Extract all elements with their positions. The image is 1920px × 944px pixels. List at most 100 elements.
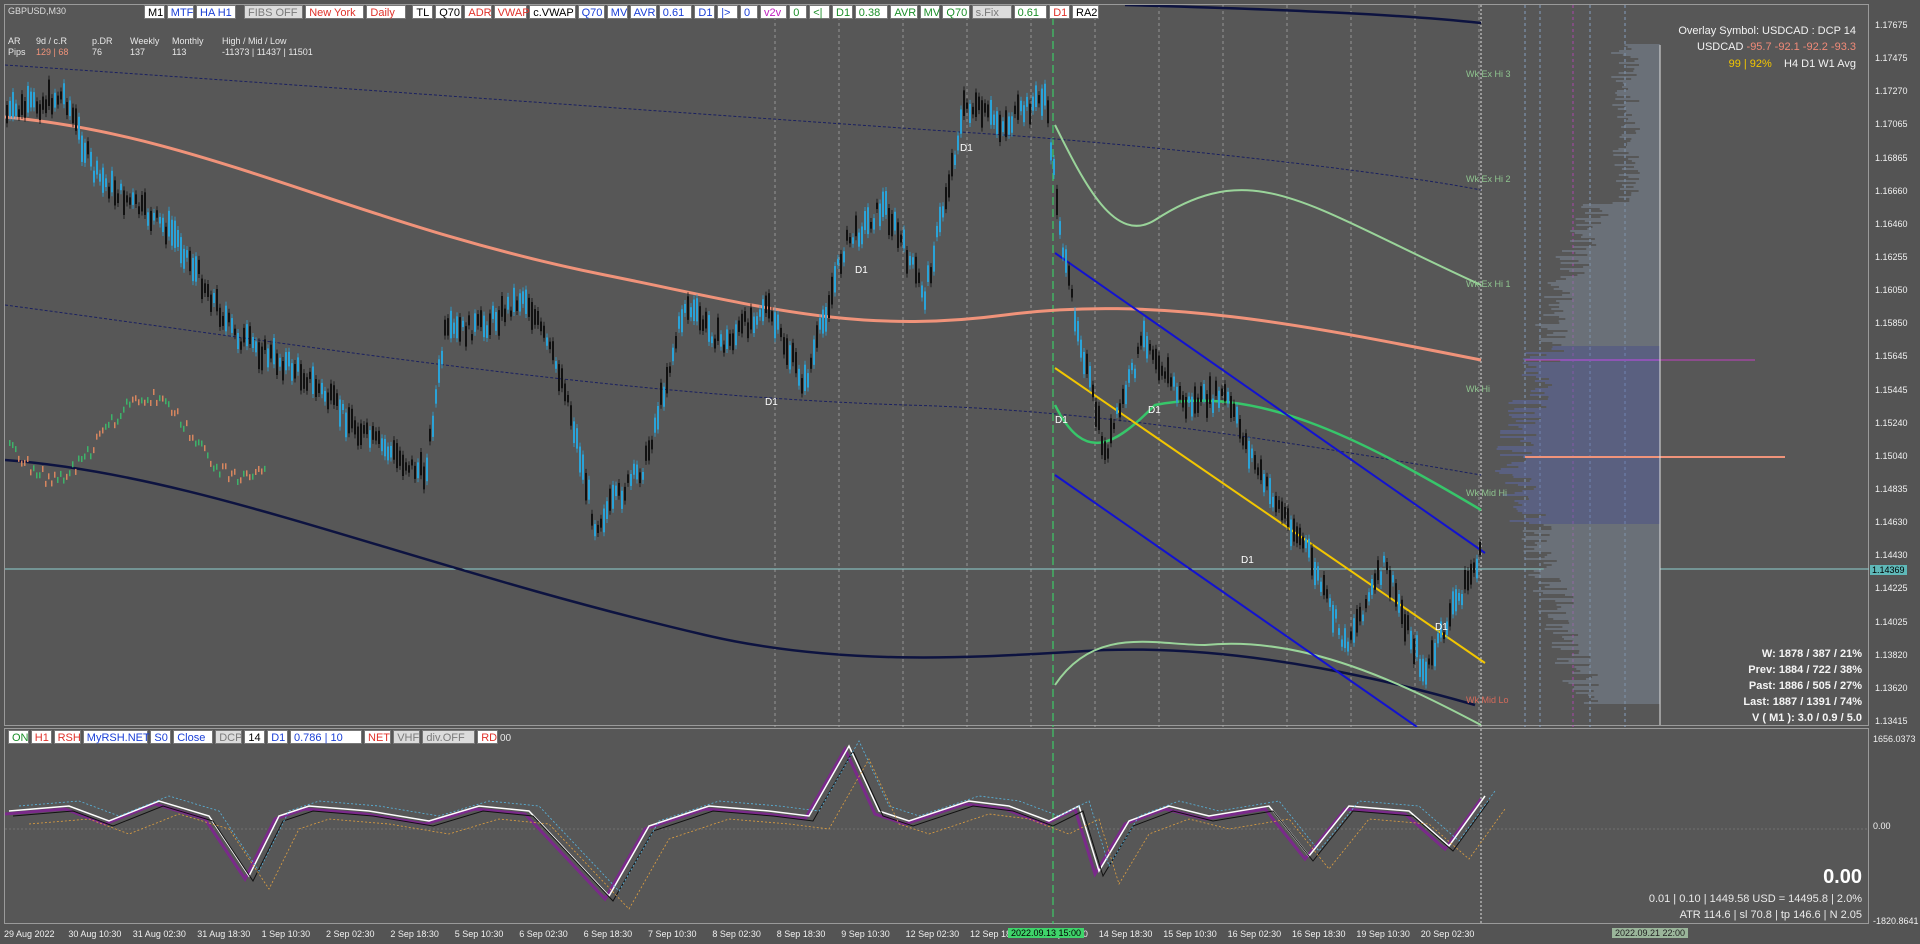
time-tick: 12 Sep 02:30	[905, 929, 960, 939]
toolbar-button[interactable]: FIBS OFF	[244, 5, 304, 19]
price-tick: 1.16865	[1875, 152, 1908, 163]
toolbar-button[interactable]: D1	[694, 5, 716, 19]
toolbar-button[interactable]: 0.61	[658, 5, 693, 19]
oscillator-toolbar-button[interactable]: D1	[267, 730, 288, 744]
time-tick: 19 Sep 10:30	[1356, 929, 1410, 939]
toolbar-button[interactable]: s.Fix	[971, 5, 1012, 19]
main-chart-pane[interactable]: D1 D1 D1 D1 D1 D1 D1	[4, 4, 1870, 727]
weekly-level-label: Wk Ex Hi 3	[1466, 69, 1511, 79]
atr-readout: ATR 114.6 | sl 70.8 | tp 146.6 | N 2.05	[1679, 909, 1862, 921]
info-header: Weekly	[130, 36, 160, 46]
info-value: 76	[92, 47, 103, 57]
price-tick: 1.16460	[1875, 218, 1908, 229]
time-tick: 8 Sep 02:30	[712, 929, 761, 939]
toolbar-button[interactable]: c.VWAP	[529, 5, 576, 19]
time-tick: 8 Sep 18:30	[776, 929, 826, 939]
position-size-readout: 0.01 | 0.10 | 1449.58 USD = 14495.8 | 2.…	[1648, 893, 1862, 905]
time-tick: 7 Sep 10:30	[648, 929, 697, 939]
toolbar-button[interactable]: Daily	[366, 5, 407, 19]
time-tick: 2 Sep 18:30	[390, 929, 439, 939]
price-tick: 1.15850	[1875, 318, 1908, 329]
oscillator-toolbar-button[interactable]: H1	[30, 730, 52, 744]
oscillator-toolbar-button[interactable]: S0	[150, 730, 172, 744]
toolbar-button[interactable]: RA2	[1072, 5, 1100, 19]
time-tick: 14 Sep 18:30	[1098, 929, 1153, 939]
indicator-pane[interactable]	[4, 728, 1870, 925]
toolbar-button[interactable]: HA H1	[196, 5, 236, 19]
oscillator-tick: 0.00	[1873, 821, 1891, 831]
oscillator-toolbar-button[interactable]: MyRSH.NET	[82, 730, 150, 744]
info-value: 129 | 68	[36, 47, 69, 57]
oscillator-toolbar-button[interactable]: RSH	[53, 730, 81, 744]
toolbar-button[interactable]: M1	[144, 5, 165, 19]
toolbar-button[interactable]: <|	[809, 5, 830, 19]
terminal-window: D1 D1 D1 D1 D1 D1 D1 1.17675 1.17475 1.17270 1.17…	[0, 0, 1920, 944]
oscillator-tick: 1656.0373	[1873, 734, 1916, 744]
toolbar-button[interactable]: 0	[740, 5, 758, 19]
toolbar-button[interactable]: 0.38	[854, 5, 889, 19]
toolbar-button[interactable]: MV	[919, 5, 941, 19]
toolbar-button[interactable]: D1	[1049, 5, 1070, 19]
oscillator-value: 0.00	[1823, 866, 1862, 888]
price-tick: 1.17065	[1875, 119, 1908, 130]
price-tick: 1.14630	[1875, 517, 1908, 528]
time-marker: 2022.09.13 15:00	[1008, 928, 1085, 938]
price-tick: 1.16050	[1875, 285, 1908, 296]
oscillator-chart[interactable]	[5, 729, 1870, 925]
toolbar-button[interactable]: MTF	[166, 5, 194, 19]
toolbar-button[interactable]: 0.61	[1013, 5, 1048, 19]
oscillator-toolbar-button[interactable]: 14	[244, 730, 266, 744]
info-header: 9d / c.R	[36, 36, 68, 46]
oscillator-toolbar-button[interactable]: DCP	[215, 730, 242, 744]
weekly-level-label: Wk Mid Hi	[1466, 488, 1507, 498]
oscillator-toolbar-button[interactable]: ON	[8, 730, 29, 744]
d1-tag: D1	[1435, 622, 1448, 633]
price-tick: 1.13415	[1875, 716, 1908, 726]
toolbar-button[interactable]: D1	[832, 5, 853, 19]
time-tick: 31 Aug 02:30	[132, 929, 186, 939]
toolbar-button[interactable]: Q70	[577, 5, 605, 19]
toolbar-button[interactable]: AVR	[890, 5, 918, 19]
stat-line: Last: 1887 / 1391 / 74%	[1743, 696, 1862, 708]
toolbar-button[interactable]: ADR	[464, 5, 492, 19]
info-header: AR	[8, 36, 21, 46]
oscillator-toolbar-button[interactable]: RD	[477, 730, 498, 744]
stat-line: W: 1878 / 387 / 21%	[1761, 648, 1862, 660]
time-tick: 29 Aug 2022	[4, 929, 55, 939]
toolbar-button[interactable]: TL	[412, 5, 434, 19]
oscillator-toolbar-button[interactable]: VHF	[393, 730, 421, 744]
overlay-title: Overlay Symbol: USDCAD : DCP 14	[1678, 25, 1856, 37]
time-tick: 31 Aug 18:30	[197, 929, 251, 939]
time-tick: 15 Sep 10:30	[1163, 929, 1217, 939]
stat-line: V ( M1 ): 3.0 / 0.9 / 5.0	[1751, 712, 1862, 724]
oscillator-toolbar-button[interactable]: NET	[364, 730, 392, 744]
time-tick: 5 Sep 10:30	[454, 929, 504, 939]
toolbar-button[interactable]: Q70	[435, 5, 463, 19]
price-tick: 1.14835	[1875, 484, 1908, 494]
price-tick: 1.13820	[1875, 649, 1908, 660]
toolbar-button[interactable]: VWAP	[493, 5, 530, 19]
time-tick: 30 Aug 10:30	[68, 929, 122, 939]
toolbar-button[interactable]: MV	[606, 5, 628, 19]
d1-tag: D1	[960, 143, 973, 154]
price-tick: 1.17475	[1875, 53, 1908, 64]
price-tick: 1.16255	[1875, 252, 1908, 262]
oscillator-toolbar-button[interactable]: div.OFF	[422, 730, 476, 744]
toolbar-button[interactable]: |>	[717, 5, 738, 19]
price-axis[interactable]: 1.17675 1.17475 1.17270 1.17065 1.16865 1.166…	[1869, 4, 1920, 926]
price-tick: 1.17270	[1875, 86, 1908, 97]
price-chart[interactable]: D1 D1 D1 D1 D1 D1 D1	[5, 5, 1870, 727]
oscillator-toolbar-button[interactable]: Close	[173, 730, 214, 744]
toolbar-button[interactable]: New York	[305, 5, 365, 19]
symbol-title: GBPUSD,M30	[8, 6, 67, 16]
toolbar-button[interactable]: v2v	[760, 5, 788, 19]
d1-tag: D1	[1148, 405, 1161, 416]
toolbar-button[interactable]: Q70	[942, 5, 970, 19]
time-axis[interactable]: 29 Aug 2022 30 Aug 10:30 31 Aug 02:30 31 Au…	[0, 924, 1920, 944]
price-tick: 1.13620	[1875, 682, 1908, 693]
oscillator-toolbar-button[interactable]: 0.786 | 10	[290, 730, 362, 744]
toolbar-button[interactable]: 0	[789, 5, 808, 19]
toolbar-button[interactable]: AVR	[629, 5, 657, 19]
weekly-level-label: Wk Hi	[1466, 384, 1490, 394]
price-tick: 1.15240	[1875, 417, 1908, 428]
